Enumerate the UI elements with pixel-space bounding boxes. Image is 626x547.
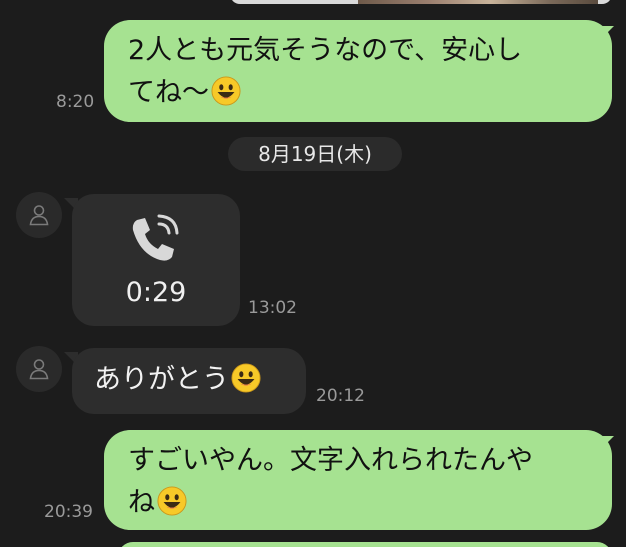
phone-call-icon <box>132 214 179 261</box>
contact-avatar[interactable] <box>16 192 62 238</box>
my-message-bubble[interactable]: 2人とも元気そうなので、安心し てね〜 <box>104 20 612 122</box>
default-person-icon <box>29 205 49 226</box>
default-person-icon <box>29 359 49 380</box>
smiling-face-emoji-icon <box>231 363 261 393</box>
my-message-bubble-partial[interactable] <box>118 542 612 547</box>
message-time: 8:20 <box>56 92 95 112</box>
message-time: 20:12 <box>316 386 365 406</box>
message-time: 13:02 <box>248 298 297 318</box>
call-message-bubble[interactable]: 0:29 <box>72 194 240 326</box>
image-thumbnail <box>358 0 598 4</box>
message-text-line: 2人とも元気そうなので、安心し <box>128 35 523 66</box>
chat-screen: 8:20 2人とも元気そうなので、安心し てね〜 8月19日(木) 0:29 1… <box>0 0 626 547</box>
call-duration: 0:29 <box>125 277 187 308</box>
bubble-tail <box>598 436 614 452</box>
previous-image-message[interactable] <box>230 0 612 4</box>
smiling-face-emoji-icon <box>157 486 187 516</box>
message-text-line: ね <box>128 482 586 524</box>
message-text-line: てね〜 <box>128 72 586 114</box>
message-text-line: すごいやん。文字入れられたんや <box>128 445 533 476</box>
date-separator: 8月19日(木) <box>228 137 402 171</box>
message-text-line: ありがとう <box>94 359 286 401</box>
bubble-tail <box>598 26 614 42</box>
their-message-bubble[interactable]: ありがとう <box>72 348 306 414</box>
smiling-face-emoji-icon <box>211 76 241 106</box>
contact-avatar[interactable] <box>16 346 62 392</box>
message-time: 20:39 <box>44 502 93 522</box>
my-message-bubble[interactable]: すごいやん。文字入れられたんや ね <box>104 430 612 530</box>
